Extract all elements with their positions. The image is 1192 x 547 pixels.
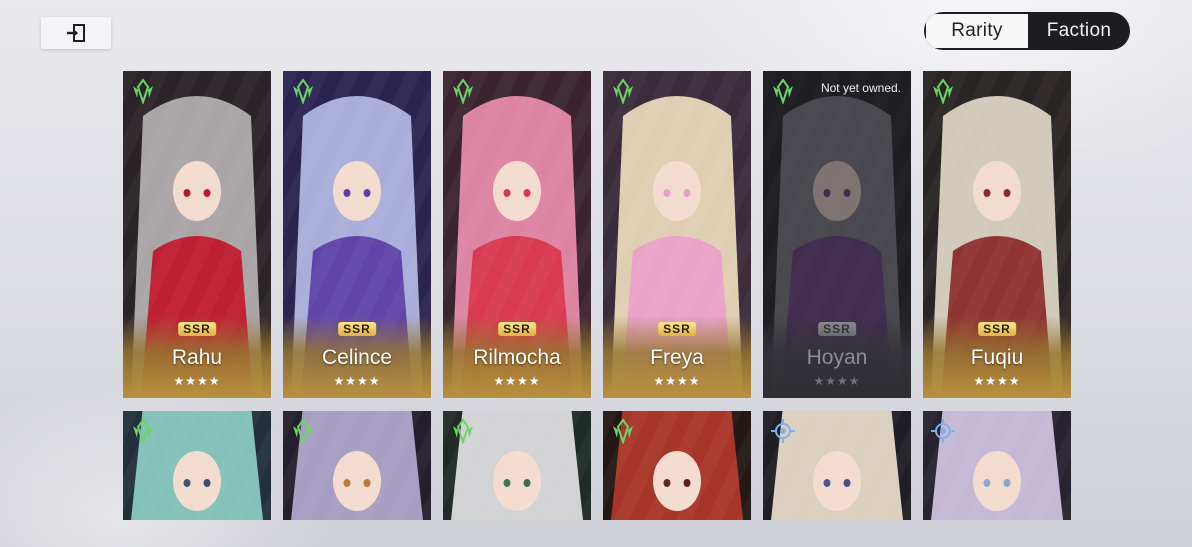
character-card[interactable] — [443, 411, 591, 520]
green-faction-icon — [293, 418, 313, 444]
star-rating: ★★★★ — [493, 374, 541, 388]
character-card[interactable] — [763, 411, 911, 520]
rarity-badge: SSR — [978, 322, 1016, 336]
blue-faction-icon — [931, 419, 955, 443]
character-name: Celince — [321, 346, 393, 369]
sort-rarity-tab[interactable]: Rarity — [926, 14, 1028, 48]
green-faction-icon — [773, 78, 793, 104]
green-faction-icon — [133, 418, 153, 444]
character-card[interactable] — [283, 411, 431, 520]
character-name: Rahu — [171, 346, 223, 369]
exit-icon — [67, 24, 85, 42]
character-card[interactable]: SSR Rahu ★★★★ — [123, 71, 271, 398]
star-rating: ★★★★ — [173, 374, 221, 388]
star-rating: ★★★★ — [813, 374, 861, 388]
green-faction-icon — [613, 78, 633, 104]
green-faction-icon — [453, 418, 473, 444]
blue-faction-icon — [771, 419, 795, 443]
ownership-status: Not yet owned. — [820, 81, 901, 95]
character-card[interactable]: SSR Freya ★★★★ — [603, 71, 751, 398]
star-rating: ★★★★ — [973, 374, 1021, 388]
exit-button[interactable] — [41, 17, 111, 49]
character-card[interactable]: SSR Rilmocha ★★★★ — [443, 71, 591, 398]
rarity-badge: SSR — [498, 322, 536, 336]
green-faction-icon — [933, 78, 953, 104]
sort-toggle: Rarity Faction — [924, 12, 1130, 50]
character-card[interactable]: SSR Hoyan ★★★★ Not yet owned. — [763, 71, 911, 398]
rarity-badge: SSR — [658, 322, 696, 336]
rarity-badge: SSR — [818, 322, 856, 336]
character-name: Freya — [650, 346, 704, 369]
character-card[interactable] — [923, 411, 1071, 520]
rarity-badge: SSR — [338, 322, 376, 336]
rarity-badge: SSR — [178, 322, 216, 336]
green-faction-icon — [453, 78, 473, 104]
character-card[interactable] — [603, 411, 751, 520]
character-card[interactable]: SSR Celince ★★★★ — [283, 71, 431, 398]
character-name: Rilmocha — [473, 346, 561, 369]
green-faction-icon — [613, 418, 633, 444]
star-rating: ★★★★ — [653, 374, 701, 388]
character-name: Hoyan — [806, 346, 868, 369]
character-name: Fuqiu — [970, 346, 1024, 369]
character-card[interactable]: SSR Fuqiu ★★★★ — [923, 71, 1071, 398]
green-faction-icon — [133, 78, 153, 104]
character-card[interactable] — [123, 411, 271, 520]
green-faction-icon — [293, 78, 313, 104]
star-rating: ★★★★ — [333, 374, 381, 388]
sort-faction-tab[interactable]: Faction — [1028, 12, 1130, 50]
